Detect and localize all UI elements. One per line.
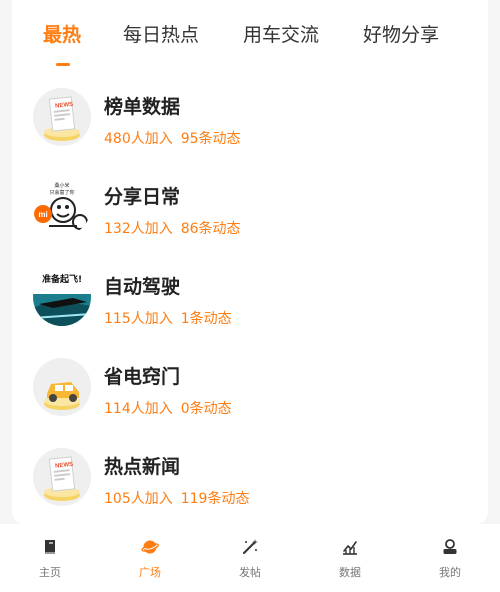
post-count: 119条动态 [180, 491, 250, 507]
cartoon-driver-icon: 桑小米 只会富了你 mi [33, 178, 91, 236]
list-item[interactable]: 省电窍门 114人加入 0条动态 [12, 350, 488, 430]
svg-text:只会富了你: 只会富了你 [49, 189, 74, 196]
nav-label: 广场 [139, 566, 161, 579]
nav-home[interactable]: 主页 [0, 524, 100, 592]
nav-data[interactable]: 数据 [300, 524, 400, 592]
newspaper-icon: NEWS [33, 448, 91, 506]
group-title: 省电窍门 [104, 366, 181, 388]
group-stats: 114人加入 0条动态 [104, 398, 232, 418]
nav-label: 发帖 [239, 566, 261, 579]
list-item[interactable]: 桑小米 只会富了你 mi 分享日常 132人加入 86条动态 [12, 170, 488, 250]
group-card: 最热 每日热点 用车交流 好物分享 NEWS 榜单数据 480人加入 95条动态… [12, 0, 488, 524]
magic-wand-icon [243, 539, 258, 554]
newspaper-icon: NEWS [33, 88, 91, 146]
nav-mine[interactable]: 我的 [400, 524, 500, 592]
joined-count: 114人加入 [104, 401, 173, 417]
joined-count: 132人加入 [104, 221, 173, 237]
joined-count: 480人加入 [104, 131, 173, 147]
car-road-icon: 准备起飞! [33, 268, 91, 326]
list-item[interactable]: NEWS 热点新闻 105人加入 119条动态 [12, 440, 488, 520]
tab-daily-hot[interactable]: 每日热点 [123, 20, 199, 50]
bottom-nav: 主页 广场 发帖 数据 我的 [0, 524, 500, 592]
nav-square[interactable]: 广场 [100, 524, 200, 592]
joined-count: 105人加入 [104, 491, 173, 507]
group-title: 热点新闻 [104, 456, 181, 478]
user-icon [443, 539, 457, 554]
joined-count: 115人加入 [104, 311, 173, 327]
book-icon [45, 540, 55, 554]
post-count: 1条动态 [180, 311, 232, 327]
planet-icon [141, 540, 159, 554]
svg-text:准备起飞!: 准备起飞! [42, 273, 82, 285]
post-count: 86条动态 [180, 221, 241, 237]
nav-label: 主页 [39, 566, 61, 579]
group-title: 分享日常 [104, 186, 181, 208]
group-stats: 115人加入 1条动态 [104, 308, 232, 328]
tab-hottest[interactable]: 最热 [43, 20, 81, 50]
group-stats: 480人加入 95条动态 [104, 128, 241, 148]
tab-good-share[interactable]: 好物分享 [363, 20, 439, 50]
list-item[interactable]: NEWS 榜单数据 480人加入 95条动态 [12, 80, 488, 160]
yellow-car-icon [33, 358, 91, 416]
nav-label: 我的 [439, 566, 461, 579]
category-tabs: 最热 每日热点 用车交流 好物分享 [12, 0, 488, 80]
nav-post[interactable]: 发帖 [200, 524, 300, 592]
group-stats: 105人加入 119条动态 [104, 488, 249, 508]
group-stats: 132人加入 86条动态 [104, 218, 241, 238]
chart-icon [343, 541, 357, 555]
svg-text:桑小米: 桑小米 [54, 182, 69, 189]
nav-label: 数据 [339, 566, 361, 579]
group-title: 榜单数据 [104, 96, 181, 118]
group-title: 自动驾驶 [104, 276, 181, 298]
active-tab-indicator [56, 63, 70, 66]
svg-text:mi: mi [38, 210, 47, 219]
tab-car-talk[interactable]: 用车交流 [243, 20, 319, 50]
post-count: 95条动态 [180, 131, 241, 147]
list-item[interactable]: 准备起飞! 自动驾驶 115人加入 1条动态 [12, 260, 488, 340]
post-count: 0条动态 [180, 401, 232, 417]
